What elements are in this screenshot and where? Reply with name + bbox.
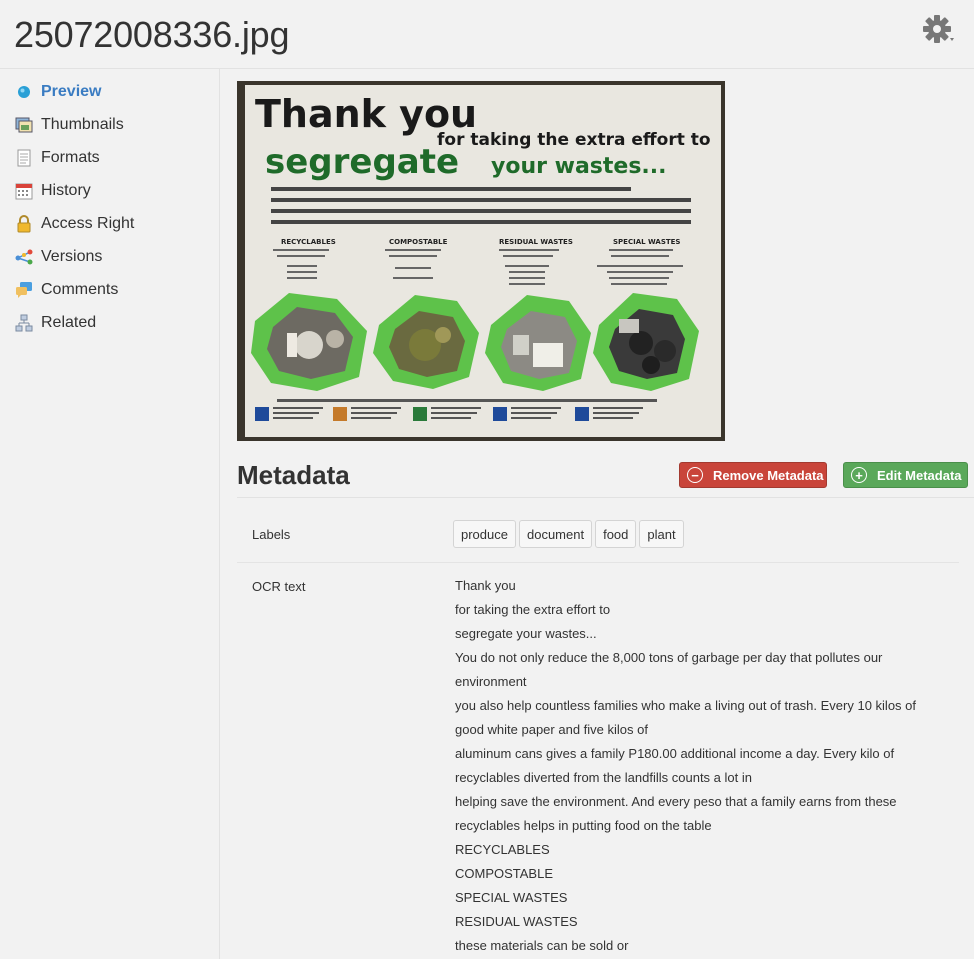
comments-icon — [14, 280, 34, 300]
ocr-line: RECYCLABLES — [455, 842, 550, 857]
edit-metadata-label: Edit Metadata — [877, 467, 962, 483]
divider — [237, 562, 959, 563]
label-tag[interactable]: document — [518, 520, 593, 548]
sidebar-item-preview[interactable]: Preview — [14, 78, 214, 106]
edit-metadata-button[interactable]: + Edit Metadata — [843, 462, 968, 488]
sidebar-item-label: History — [41, 182, 91, 199]
ocr-text-label: OCR text — [252, 579, 306, 594]
ocr-line: recyclables diverted from the landfills … — [455, 770, 752, 785]
sidebar-item-label: Related — [41, 314, 97, 331]
label-tag[interactable]: plant — [639, 520, 684, 548]
label-tag[interactable]: produce — [453, 520, 516, 548]
gear-icon — [923, 15, 954, 43]
versions-icon — [14, 247, 34, 267]
poster-emphasis: segregate — [265, 142, 459, 182]
formats-icon — [14, 148, 34, 168]
label-tag[interactable]: food — [595, 520, 637, 548]
minus-circle-icon: − — [687, 467, 703, 483]
poster-subheading: for taking the extra effort to — [437, 130, 711, 150]
labels-list: produce document food plant — [453, 520, 684, 548]
sidebar-item-history[interactable]: History — [14, 177, 214, 205]
settings-button[interactable] — [922, 14, 956, 46]
ocr-line: good white paper and five kilos of — [455, 722, 648, 737]
poster-photo: Thank you for taking the extra effort to… — [237, 81, 725, 441]
metadata-title: Metadata — [237, 460, 350, 490]
remove-metadata-label: Remove Metadata — [713, 467, 824, 483]
labels-label: Labels — [252, 527, 291, 542]
ocr-line: helping save the environment. And every … — [455, 794, 897, 809]
sidebar-item-label: Versions — [41, 248, 103, 265]
ocr-line: these materials can be sold or — [455, 938, 629, 953]
sidebar-item-comments[interactable]: Comments — [14, 276, 214, 304]
ocr-line: environment — [455, 674, 527, 689]
plus-circle-icon: + — [851, 467, 867, 483]
calendar-icon — [14, 181, 34, 201]
ocr-line: for taking the extra effort to — [455, 602, 611, 617]
ocr-line: recyclables helps in putting food on the… — [455, 818, 712, 833]
poster-category-4: SPECIAL WASTES — [613, 238, 680, 246]
sidebar-item-label: Formats — [41, 149, 100, 166]
sidebar-item-related[interactable]: Related — [14, 309, 214, 337]
poster-emphasis-rest: your wastes... — [491, 154, 667, 179]
related-icon — [14, 313, 34, 333]
sidebar-item-thumbnails[interactable]: Thumbnails — [14, 111, 214, 139]
sidebar-item-label: Thumbnails — [41, 116, 124, 133]
divider — [237, 497, 974, 498]
page-title: 25072008336.jpg — [14, 14, 290, 55]
sidebar-item-formats[interactable]: Formats — [14, 144, 214, 172]
preview-icon — [14, 82, 34, 102]
ocr-line: You do not only reduce the 8,000 tons of… — [455, 650, 883, 665]
ocr-line: RESIDUAL WASTES — [455, 914, 578, 929]
sidebar-item-access-right[interactable]: Access Right — [14, 210, 214, 238]
ocr-line: segregate your wastes... — [455, 626, 597, 641]
ocr-line: COMPOSTABLE — [455, 866, 554, 881]
sidebar-item-label: Access Right — [41, 215, 135, 232]
sidebar-item-label: Comments — [41, 281, 119, 298]
ocr-line: SPECIAL WASTES — [455, 890, 568, 905]
poster-category-2: COMPOSTABLE — [389, 238, 448, 246]
lock-icon — [14, 214, 34, 234]
remove-metadata-button[interactable]: − Remove Metadata — [679, 462, 827, 488]
sidebar: Preview Thumbnails Formats History Acces… — [0, 69, 220, 959]
ocr-line: you also help countless families who mak… — [455, 698, 917, 713]
ocr-line: aluminum cans gives a family P180.00 add… — [455, 746, 895, 761]
ocr-text: Thank you for taking the extra effort to… — [455, 574, 955, 958]
poster-category-3: RESIDUAL WASTES — [499, 238, 573, 246]
sidebar-item-label: Preview — [41, 83, 102, 100]
sidebar-item-versions[interactable]: Versions — [14, 243, 214, 271]
header: 25072008336.jpg — [0, 0, 974, 69]
thumbnails-icon — [14, 115, 34, 135]
preview-image[interactable]: Thank you for taking the extra effort to… — [237, 81, 725, 441]
ocr-line: Thank you — [455, 578, 516, 593]
poster-category-1: RECYCLABLES — [281, 238, 336, 246]
